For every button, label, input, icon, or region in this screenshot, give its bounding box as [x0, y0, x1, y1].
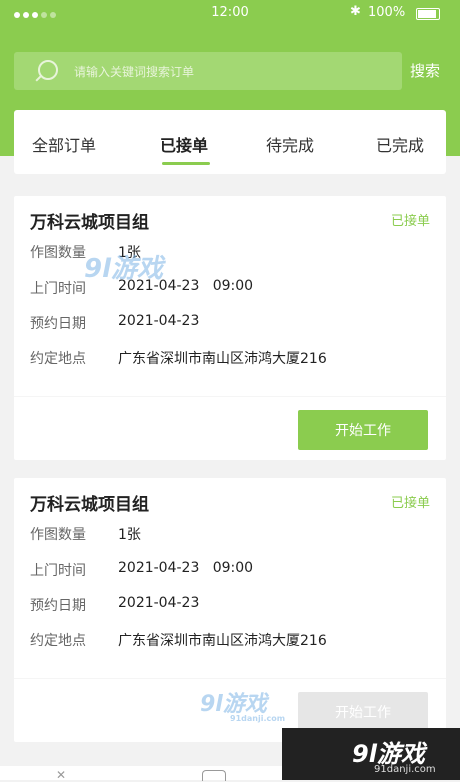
start-work-button[interactable]: 开始工作: [298, 410, 428, 450]
tab-all-orders[interactable]: 全部订单: [32, 132, 96, 156]
field-label-location: 约定地点: [30, 351, 86, 367]
field-label-quantity: 作图数量: [30, 527, 86, 543]
field-label-booking-date: 预约日期: [30, 598, 86, 614]
order-card[interactable]: 万科云城项目组 已接单 作图数量 1张 上门时间 2021-04-23 09:0…: [14, 196, 446, 460]
status-bar: 12:00 ✱ 100%: [0, 0, 460, 28]
tab-accepted[interactable]: 已接单: [160, 132, 208, 156]
field-label-visit-time: 上门时间: [30, 281, 86, 297]
battery-icon: [416, 8, 440, 20]
field-value-quantity: 1张: [118, 527, 141, 543]
bluetooth-icon: ✱: [350, 4, 361, 19]
field-value-location: 广东省深圳市南山区沛鸿大厦216: [118, 351, 327, 367]
tab-completed[interactable]: 已完成: [376, 132, 424, 156]
search-icon: [38, 60, 58, 80]
watermark-corner: 9l游戏 91danji.com: [282, 728, 460, 780]
field-label-visit-time: 上门时间: [30, 563, 86, 579]
search-button[interactable]: 搜索: [410, 60, 440, 81]
search-box[interactable]: [14, 52, 402, 90]
tab-pending[interactable]: 待完成: [266, 132, 314, 156]
field-label-booking-date: 预约日期: [30, 316, 86, 332]
home-icon[interactable]: [202, 770, 226, 781]
field-label-quantity: 作图数量: [30, 245, 86, 261]
field-value-location: 广东省深圳市南山区沛鸿大厦216: [118, 633, 327, 649]
watermark-url: 91danji.com: [230, 714, 286, 723]
watermark-logo: 9l游戏: [84, 254, 164, 284]
order-status-badge: 已接单: [390, 214, 430, 229]
active-tab-indicator: [162, 162, 210, 165]
watermark-corner-url: 91danji.com: [374, 764, 436, 775]
order-title: 万科云城项目组: [30, 213, 149, 233]
order-title: 万科云城项目组: [30, 495, 149, 515]
watermark-logo: 9l游戏 91danji.com: [200, 686, 285, 723]
divider: [14, 678, 446, 679]
search-input[interactable]: [72, 61, 376, 83]
start-work-button[interactable]: 开始工作: [298, 692, 428, 732]
field-value-booking-date: 2021-04-23: [118, 313, 200, 329]
field-label-location: 约定地点: [30, 633, 86, 649]
order-tabs: 全部订单 已接单 待完成 已完成: [14, 110, 446, 174]
field-value-booking-date: 2021-04-23: [118, 595, 200, 611]
order-status-badge: 已接单: [390, 496, 430, 511]
divider: [14, 396, 446, 397]
battery-percent: 100%: [368, 5, 406, 20]
field-value-visit-time: 2021-04-23 09:00: [118, 560, 254, 576]
